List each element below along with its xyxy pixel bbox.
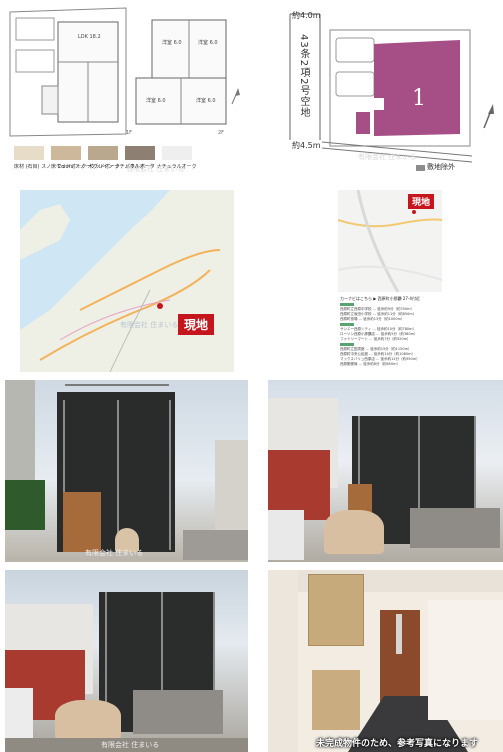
room-label: 洋室 6.0 (162, 39, 182, 46)
construction-photo-angle[interactable] (268, 380, 503, 562)
watermark: 有限会社 住まいる (126, 165, 185, 173)
material-bag (55, 700, 121, 740)
road-label: 43条2項2号空地 (298, 34, 309, 119)
svg-text:1F: 1F (126, 130, 132, 136)
width-top-label: 約4.0m (292, 11, 321, 20)
material-pallet (183, 530, 248, 560)
access-row: 西原町役場 … 徒歩約13分（約1000m） (340, 317, 405, 321)
outside-label: 敷地除外 (427, 163, 456, 171)
access-list: 西原町立西原中学校 … 徒歩約9分（約700m） 西原町立坂田小学校 … 徒歩約… (340, 302, 440, 367)
width-bottom-label: 約4.5m (292, 141, 321, 150)
access-row: ファミリーマート … 徒歩約7分（約520m） (340, 337, 411, 341)
shoe-cabinet-lower (312, 670, 360, 730)
parked-car (268, 510, 304, 560)
watermark: 有限会社 住まいる (358, 153, 417, 161)
material-pallet (133, 690, 223, 734)
detail-map-panel[interactable]: 現地 カーナビはこちら ▶ 西原町小那覇 27-4付近 西原町立西原中学校 … … (338, 190, 442, 372)
room-label: 洋室 6.0 (146, 97, 166, 104)
entrance-photo[interactable]: 未完成物件のため、参考写真になります (268, 570, 503, 752)
construction-photo-front[interactable]: 有限会社 住まいる (5, 380, 248, 562)
location-pin (157, 303, 163, 309)
location-label: 現地 (178, 314, 215, 335)
room-label: 洋室 6.0 (196, 97, 216, 104)
site-plan-panel[interactable]: 約4.0m 43条2項2号空地 約4.5m 1 敷地除外 有限会社 住まいる (262, 4, 498, 184)
watermark: 有限会社 住まいる (120, 321, 179, 329)
shoe-cabinet-upper (308, 574, 364, 646)
watermark: 有限会社 住まいる (101, 741, 160, 749)
swatch-1 (14, 146, 44, 160)
watermark: 有限会社 住まいる (85, 549, 144, 557)
wide-map-drawing (20, 190, 234, 372)
wide-map-panel[interactable]: 現地 有限会社 住まいる (20, 190, 234, 372)
swatch-3 (88, 146, 118, 160)
swatch-4 (125, 146, 155, 160)
svg-text:2F: 2F (218, 130, 224, 136)
lot-number: 1 (412, 86, 426, 111)
room-ldk-label: LDK 18.2 (78, 34, 101, 40)
floor-plan-panel[interactable]: LDK 18.2 洋室 6.0 洋室 6.0 洋室 6.0 洋室 6.0 1F … (6, 4, 242, 184)
room-label: 洋室 6.0 (198, 39, 218, 46)
swatch-5 (162, 146, 192, 160)
swatch-2 (51, 146, 81, 160)
outside-legend: 敷地除外 (416, 162, 455, 172)
detail-location-label: 現地 (408, 194, 435, 209)
reference-photo-caption: 未完成物件のため、参考写真になります (316, 739, 479, 749)
access-row: 西原郵便局 … 徒歩約8分（約650m） (340, 362, 401, 366)
floor-plan-drawing: LDK 18.2 洋室 6.0 洋室 6.0 洋室 6.0 洋室 6.0 1F … (9, 7, 240, 137)
construction-photo-side[interactable]: 有限会社 住まいる (5, 570, 248, 752)
tree (5, 480, 45, 530)
material-bag (324, 510, 384, 554)
wooden-panel (63, 492, 101, 552)
material-pallet (410, 508, 500, 548)
